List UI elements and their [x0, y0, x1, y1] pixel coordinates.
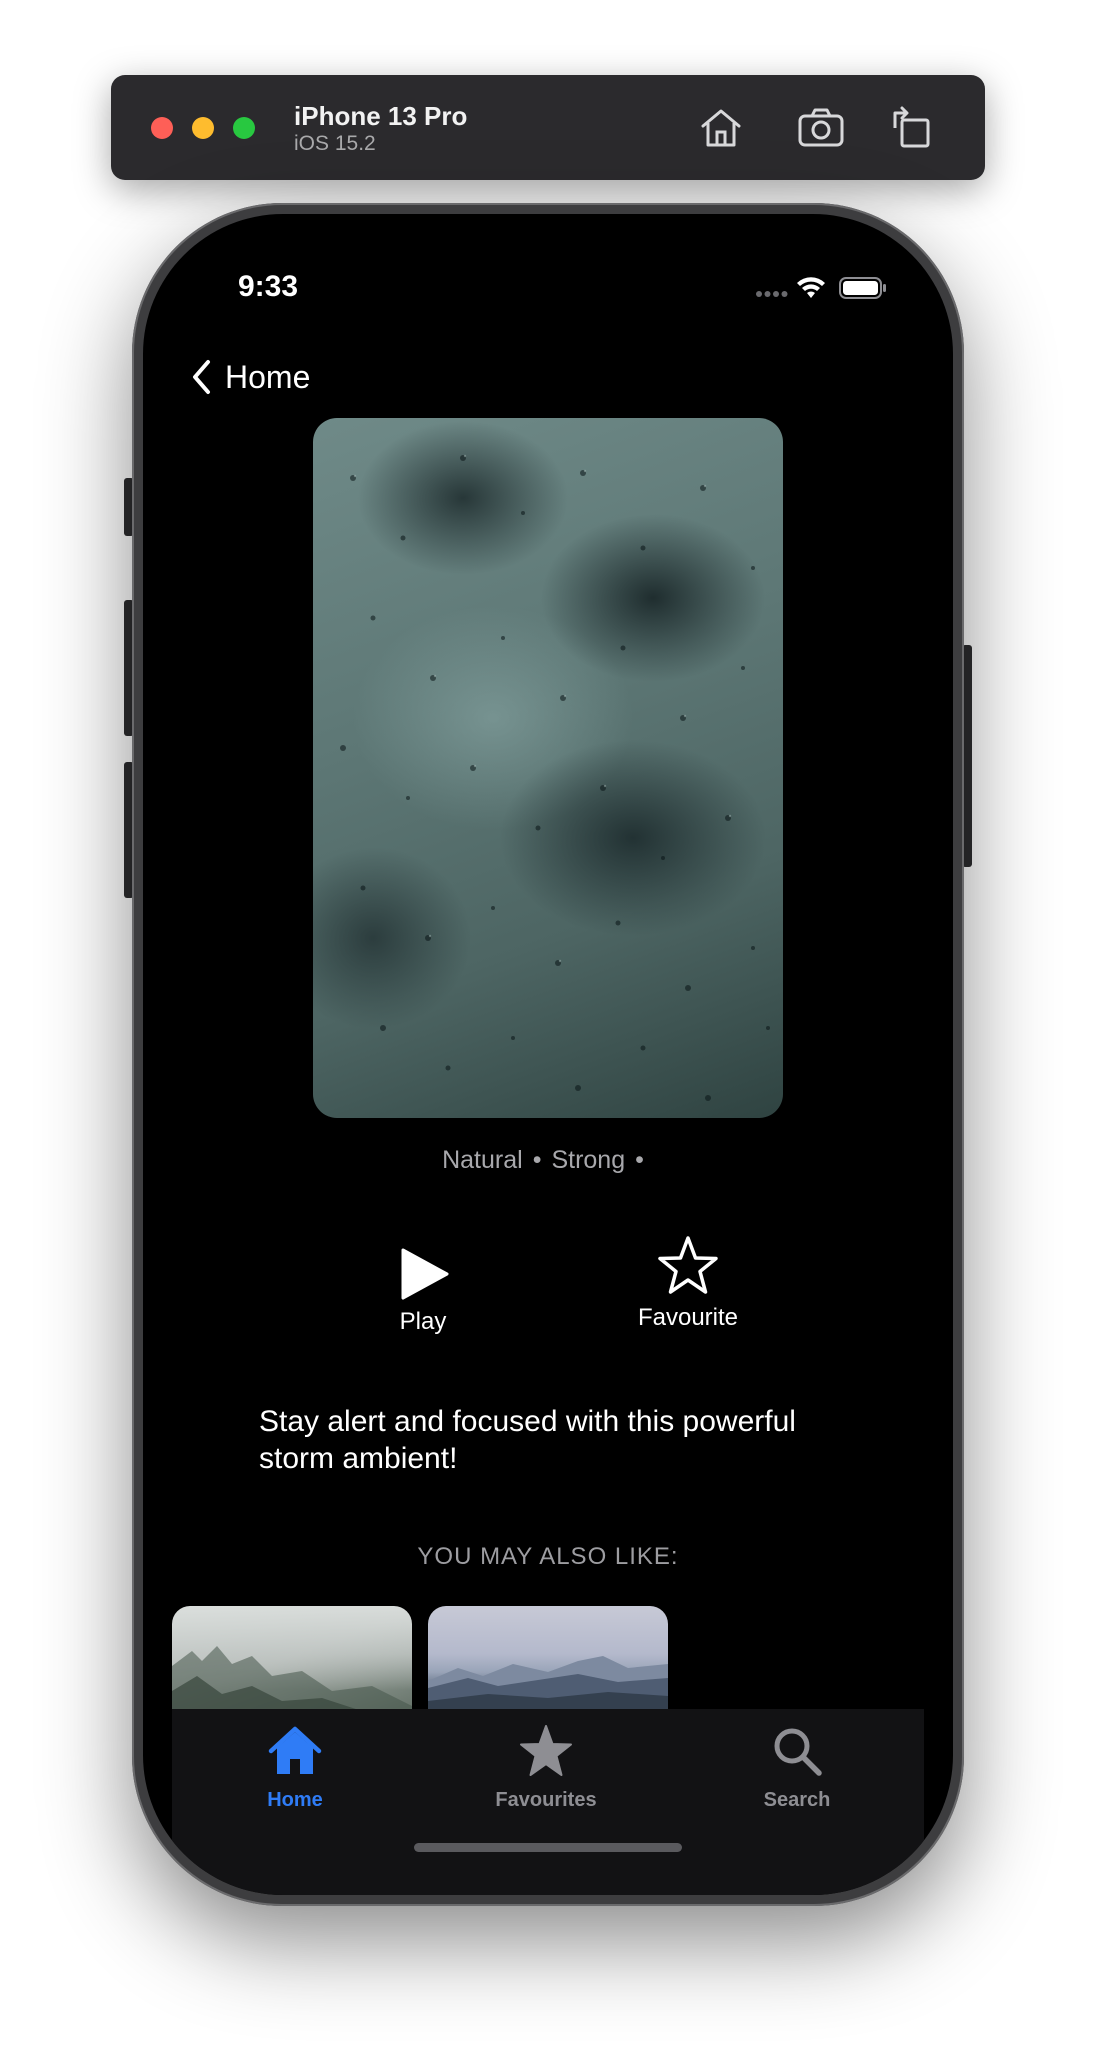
wifi-icon	[797, 277, 825, 298]
chevron-left-icon	[193, 360, 210, 394]
rotate-icon[interactable]	[885, 101, 939, 155]
tag-separator: •	[532, 1146, 542, 1174]
favourite-button[interactable]: Favourite	[603, 1234, 773, 1332]
tab-favourites[interactable]: Favourites	[446, 1723, 646, 1812]
battery-icon	[839, 277, 886, 299]
star-icon	[520, 1725, 572, 1776]
snowy-mountains-image	[428, 1656, 668, 1726]
simulator-toolbar: iPhone 13 Pro iOS 15.2	[111, 75, 985, 180]
device-name: iPhone 13 Pro	[294, 101, 468, 131]
home-indicator[interactable]	[414, 1843, 682, 1852]
tab-bar: Home Favourites Search	[172, 1709, 924, 1895]
cellular-signal-icon	[756, 291, 788, 297]
description-text: Stay alert and focused with this powerfu…	[259, 1405, 796, 1475]
tab-search[interactable]: Search	[697, 1723, 897, 1812]
play-icon	[401, 1248, 449, 1300]
recommendations-heading: YOU MAY ALSO LIKE:	[417, 1543, 679, 1570]
tag-item: Strong	[551, 1146, 626, 1174]
misty-forest-image	[172, 1646, 412, 1726]
rain-drops-texture	[340, 454, 770, 1101]
favourite-label: Favourite	[637, 1304, 739, 1331]
recommendation-card-snowy-mountains[interactable]	[428, 1606, 668, 1726]
phone-screen: 9:33 Home Natural • Strong • Play Favour…	[143, 214, 953, 1895]
hero-image	[313, 418, 783, 1118]
zoom-window-button[interactable]	[233, 117, 255, 139]
tag-item: Natural	[442, 1146, 523, 1174]
back-label: Home	[225, 358, 311, 395]
back-button[interactable]: Home	[187, 354, 310, 400]
close-window-button[interactable]	[151, 117, 173, 139]
home-icon[interactable]	[694, 101, 748, 155]
tab-home[interactable]: Home	[195, 1723, 395, 1812]
tab-label: Search	[763, 1789, 831, 1811]
tag-separator: •	[635, 1146, 644, 1174]
play-button[interactable]: Play	[363, 1234, 483, 1336]
os-version: iOS 15.2	[294, 132, 376, 155]
house-icon	[268, 1726, 322, 1774]
tab-label: Favourites	[495, 1789, 597, 1811]
magnifier-icon	[774, 1728, 822, 1776]
play-label: Play	[399, 1308, 447, 1335]
screenshot-icon[interactable]	[794, 101, 848, 155]
recommendation-card-misty-forest[interactable]	[172, 1606, 412, 1726]
status-time: 9:33	[238, 270, 299, 303]
star-outline-icon	[658, 1236, 718, 1294]
minimize-window-button[interactable]	[192, 117, 214, 139]
tag-list: Natural • Strong •	[143, 1146, 953, 1175]
tab-label: Home	[267, 1789, 323, 1811]
